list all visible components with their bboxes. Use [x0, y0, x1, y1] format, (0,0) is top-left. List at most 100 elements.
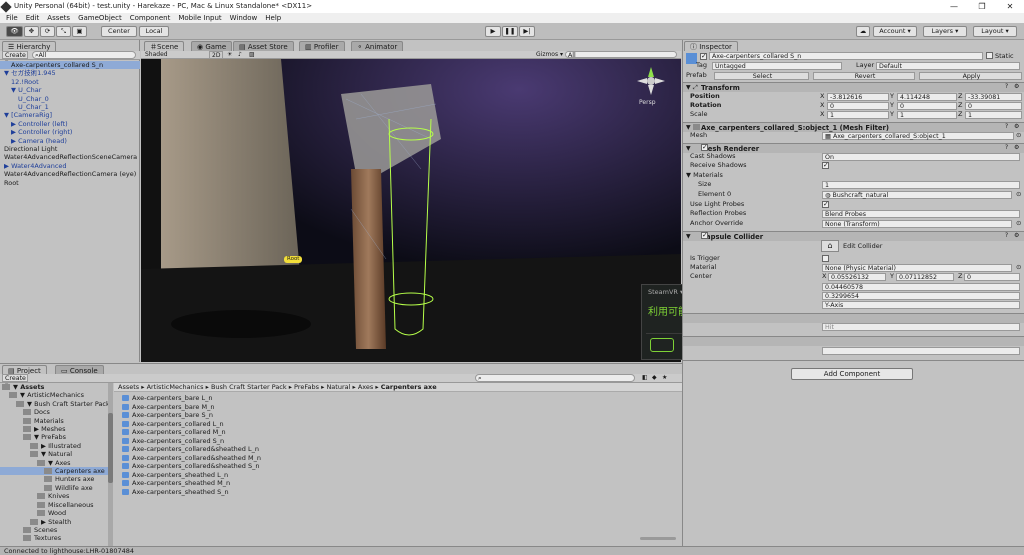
root-label-badge[interactable]: Root [284, 256, 303, 263]
scene-search-input[interactable]: All [565, 51, 677, 59]
hierarchy-item[interactable]: ▼ U_Char [0, 86, 140, 94]
foldout-arrow-icon[interactable]: ▼ [686, 84, 691, 91]
object-picker-icon[interactable]: ⊙ [1016, 219, 1021, 229]
rotation-z-input[interactable]: 0 [965, 102, 1022, 110]
transform-header[interactable]: Transform [683, 82, 1024, 92]
position-x-input[interactable]: -3.812616 [827, 93, 889, 101]
account-dropdown[interactable]: Account ▾ [873, 26, 917, 37]
asset-item[interactable]: Axe-carpenters_collared&sheathed L_n [122, 445, 522, 454]
cast-shadows-dropdown[interactable]: On [822, 153, 1020, 161]
breadcrumb-item[interactable]: Bush Craft Starter Pack [211, 383, 287, 391]
asset-item[interactable]: Axe-carpenters_collared&sheathed M_n [122, 454, 522, 463]
folder-item[interactable]: ▶ Meshes [0, 425, 108, 433]
position-y-input[interactable]: 4.114248 [897, 93, 957, 101]
help-icon[interactable]: ? [1005, 144, 1008, 151]
gear-icon[interactable]: ⚙ [1014, 123, 1019, 130]
shading-mode-dropdown[interactable]: Shaded [145, 51, 168, 58]
hierarchy-item[interactable]: Water4AdvancedReflectionSceneCamera [0, 153, 140, 161]
folder-item[interactable]: Scenes [0, 526, 108, 534]
folder-item[interactable]: ▼ Natural [0, 450, 108, 458]
center-z-input[interactable]: 0 [964, 273, 1020, 281]
folder-item[interactable]: Carpenters axe [0, 467, 108, 476]
asset-item[interactable]: Axe-carpenters_bare L_n [122, 394, 522, 403]
help-icon[interactable]: ? [1005, 83, 1008, 90]
layer-dropdown[interactable]: Default [876, 62, 1020, 70]
pause-button[interactable]: ❚❚ [502, 26, 518, 37]
position-z-input[interactable]: -33.39081 [965, 93, 1022, 101]
folder-item[interactable]: Docs [0, 408, 108, 416]
reflection-probes-dropdown[interactable]: Blend Probes [822, 210, 1020, 218]
menu-component[interactable]: Component [130, 13, 171, 23]
rotation-x-input[interactable]: 0 [827, 102, 889, 110]
component-dropdown[interactable] [822, 347, 1020, 355]
filter-type-icon[interactable]: ◧ [642, 374, 648, 381]
tab-animator[interactable]: ⚬ Animator [351, 41, 404, 51]
breadcrumb-item[interactable]: PreFabs [294, 383, 319, 391]
asset-item[interactable]: Axe-carpenters_collared S_n [122, 437, 522, 446]
folder-item[interactable]: ▶ Illustrated [0, 442, 108, 450]
menu-edit[interactable]: Edit [26, 13, 40, 23]
rotate-tool-button[interactable]: ⟳ [40, 26, 55, 37]
tab-inspector[interactable]: ⓘ Inspector [684, 41, 738, 51]
asset-item[interactable]: Axe-carpenters_collared M_n [122, 428, 522, 437]
asset-item[interactable]: Axe-carpenters_bare M_n [122, 403, 522, 412]
tab-scene[interactable]: ＃Scene [144, 41, 185, 51]
folder-item[interactable]: ▼ Axes [0, 459, 108, 467]
hierarchy-item[interactable]: ▶ Camera (head) [0, 137, 140, 145]
hierarchy-item[interactable]: ▼ セガ技術1.945 [0, 69, 140, 77]
pivot-center-button[interactable]: Center [101, 26, 137, 37]
hierarchy-item[interactable]: Water4AdvancedReflectionCamera (eye) [0, 170, 140, 178]
hand-tool-button[interactable]: 👁 [6, 26, 23, 37]
audio-toggle-icon[interactable]: ♪ [238, 51, 242, 58]
menu-help[interactable]: Help [265, 13, 281, 23]
foldout-arrow-icon[interactable]: ▼ [686, 124, 691, 131]
asset-item[interactable]: Axe-carpenters_collared L_n [122, 420, 522, 429]
menu-assets[interactable]: Assets [47, 13, 70, 23]
radius-input[interactable]: 0.04460578 [822, 283, 1020, 291]
physic-material-field[interactable]: None (Physic Material) [822, 264, 1012, 272]
tab-hierarchy[interactable]: ☰ Hierarchy [2, 41, 57, 51]
is-trigger-checkbox[interactable] [822, 255, 829, 262]
lighting-toggle-icon[interactable]: ☀ [227, 51, 232, 58]
center-x-input[interactable]: 0.05526132 [828, 273, 886, 281]
folder-item[interactable]: ▼ PreFabs [0, 433, 108, 441]
steamvr-title[interactable]: SteamVR ▾ [648, 288, 683, 296]
pivot-local-button[interactable]: Local [139, 26, 169, 37]
effects-toggle-icon[interactable]: ▨ [249, 51, 255, 58]
gizmos-dropdown[interactable]: Gizmos ▾ [536, 51, 563, 58]
hierarchy-create-button[interactable]: Create ▾ [2, 51, 28, 66]
scale-z-input[interactable]: 1 [965, 111, 1022, 119]
add-component-button[interactable]: Add Component [791, 368, 913, 380]
menu-window[interactable]: Window [230, 13, 258, 23]
asset-item[interactable]: Axe-carpenters_sheathed M_n [122, 479, 522, 488]
hierarchy-item[interactable]: U_Char_0 [0, 95, 140, 103]
scale-y-input[interactable]: 1 [897, 111, 957, 119]
hierarchy-item[interactable]: U_Char_1 [0, 103, 140, 111]
scale-x-input[interactable]: 1 [827, 111, 889, 119]
menu-mobile-input[interactable]: Mobile Input [178, 13, 221, 23]
hierarchy-item[interactable]: ▶ Controller (left) [0, 120, 140, 128]
light-probes-checkbox[interactable] [822, 200, 829, 210]
folder-item[interactable]: Wildlife axe [0, 484, 108, 492]
folder-item[interactable]: Knives [0, 492, 108, 500]
scale-tool-button[interactable]: ⤡ [56, 26, 71, 37]
orientation-gizmo[interactable] [635, 65, 667, 97]
capsule-collider-header[interactable]: Capsule Collider [683, 231, 1024, 241]
static-checkbox[interactable] [986, 52, 993, 59]
filter-label-icon[interactable]: ◆ [652, 374, 657, 381]
collider-enabled-checkbox[interactable] [701, 231, 708, 239]
play-button[interactable]: ▶ [485, 26, 501, 37]
tag-dropdown[interactable]: Untagged [712, 62, 842, 70]
foldout-arrow-icon[interactable]: ▼ [686, 145, 691, 152]
hierarchy-item[interactable]: ▶ Controller (right) [0, 128, 140, 136]
active-checkbox[interactable] [700, 52, 707, 60]
menu-gameobject[interactable]: GameObject [78, 13, 122, 23]
asset-item[interactable]: Axe-carpenters_sheathed S_n [122, 488, 522, 497]
asset-item[interactable]: Axe-carpenters_sheathed L_n [122, 471, 522, 480]
mesh-field[interactable]: ▦ Axe_carpenters_collared_S:object_1 [822, 132, 1014, 140]
breadcrumb-item[interactable]: Assets [118, 383, 139, 391]
hierarchy-item[interactable]: ▼ [CameraRig] [0, 111, 140, 119]
breadcrumb-item[interactable]: Carpenters axe [381, 383, 437, 391]
receive-shadows-checkbox[interactable] [822, 161, 829, 171]
hit-field[interactable]: Hit [822, 323, 1020, 331]
